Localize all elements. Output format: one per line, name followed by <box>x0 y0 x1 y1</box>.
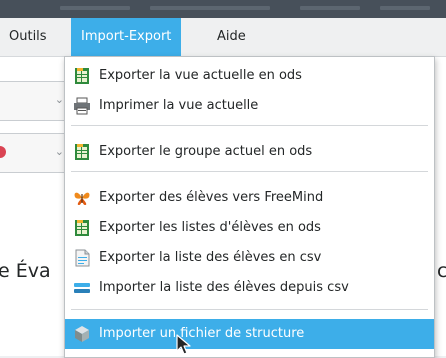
menu-separator <box>71 125 428 126</box>
menu-item-label: Importer un fichier de structure <box>99 326 305 341</box>
titlebar-ghost <box>380 6 430 10</box>
structure-file-icon <box>75 326 89 342</box>
menu-aide[interactable]: Aide <box>207 18 256 56</box>
chevron-down-icon: ⌄ <box>54 93 64 106</box>
menu-item-label: Exporter des élèves vers FreeMind <box>99 190 324 205</box>
menu-item-print-current-view[interactable]: Imprimer la vue actuelle <box>65 91 434 121</box>
menu-item-export-students-freemind[interactable]: Exporter des élèves vers FreeMind <box>65 183 434 213</box>
titlebar-ghost <box>150 6 270 10</box>
menu-separator <box>71 309 428 310</box>
chevron-down-icon: ⌄ <box>54 145 64 158</box>
spreadsheet-icon <box>75 68 89 84</box>
menu-bar: Outils Import-Export Aide <box>0 18 446 57</box>
red-status-icon <box>0 146 6 158</box>
spreadsheet-icon <box>75 144 89 160</box>
csv-file-icon <box>75 249 90 267</box>
background-text-left: e Éva <box>0 260 51 282</box>
import-list-icon <box>74 283 90 293</box>
titlebar-ghost <box>60 6 130 10</box>
import-export-menu: Exporter la vue actuelle en ods Imprimer… <box>64 56 435 358</box>
menu-outils[interactable]: Outils <box>0 18 57 56</box>
menu-item-label: Imprimer la vue actuelle <box>99 98 259 113</box>
menu-item-label: Exporter les listes d'élèves en ods <box>99 220 321 235</box>
combo-box-1[interactable]: ⌄ <box>0 81 71 121</box>
menu-item-export-student-lists-ods[interactable]: Exporter les listes d'élèves en ods <box>65 213 434 243</box>
titlebar-ghost <box>300 6 360 10</box>
menu-item-export-current-group-ods[interactable]: Exporter le groupe actuel en ods <box>65 137 434 167</box>
menu-item-import-structure-file[interactable]: Importer un fichier de structure <box>65 319 434 349</box>
window-titlebar <box>0 0 446 18</box>
menu-item-label: Importer la liste des élèves depuis csv <box>99 280 349 295</box>
menu-separator <box>71 171 428 172</box>
menu-item-label: Exporter le groupe actuel en ods <box>99 144 313 159</box>
menu-item-import-student-list-csv[interactable]: Importer la liste des élèves depuis csv <box>65 273 434 303</box>
mouse-cursor-icon <box>176 334 191 355</box>
freemind-butterfly-icon <box>74 192 90 205</box>
combo-box-2[interactable]: ⌄ <box>0 133 71 173</box>
printer-icon <box>74 97 90 115</box>
menu-import-export[interactable]: Import-Export <box>71 18 182 56</box>
menu-item-export-student-list-csv[interactable]: Exporter la liste des élèves en csv <box>65 243 434 273</box>
background-text-right: c <box>437 260 446 282</box>
spreadsheet-icon <box>75 220 89 236</box>
menu-item-label: Exporter la liste des élèves en csv <box>99 250 322 265</box>
menu-item-label: Exporter la vue actuelle en ods <box>99 68 302 83</box>
menu-item-export-current-view-ods[interactable]: Exporter la vue actuelle en ods <box>65 61 434 91</box>
